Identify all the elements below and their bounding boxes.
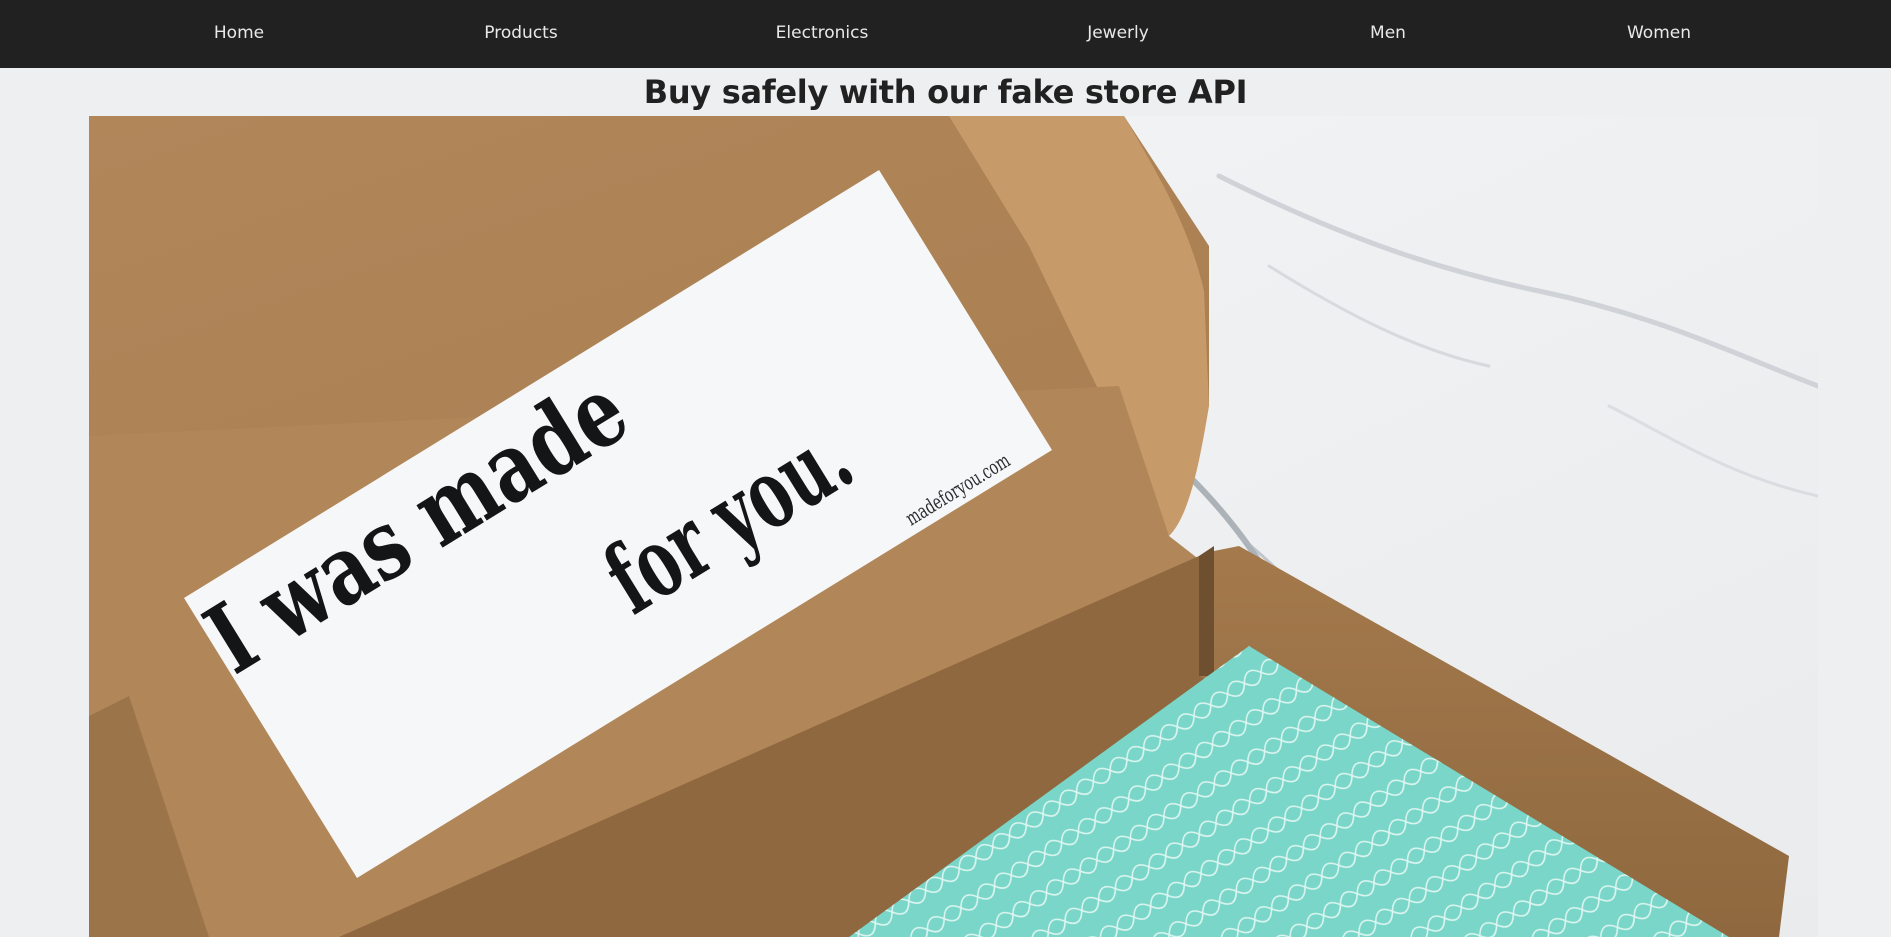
top-navbar: Home Products Electronics Jewerly Men Wo… [0, 0, 1891, 68]
nav-women[interactable]: Women [1627, 0, 1691, 68]
hero-photo-illustration: I was made for you. madeforyou.com [89, 116, 1818, 937]
nav-products[interactable]: Products [484, 0, 557, 68]
nav-jewerly[interactable]: Jewerly [1087, 0, 1149, 68]
nav-home[interactable]: Home [214, 0, 264, 68]
hero-image: I was made for you. madeforyou.com [89, 116, 1818, 937]
nav-electronics[interactable]: Electronics [776, 0, 869, 68]
page-headline: Buy safely with our fake store API [643, 73, 1248, 111]
nav-men[interactable]: Men [1370, 0, 1406, 68]
